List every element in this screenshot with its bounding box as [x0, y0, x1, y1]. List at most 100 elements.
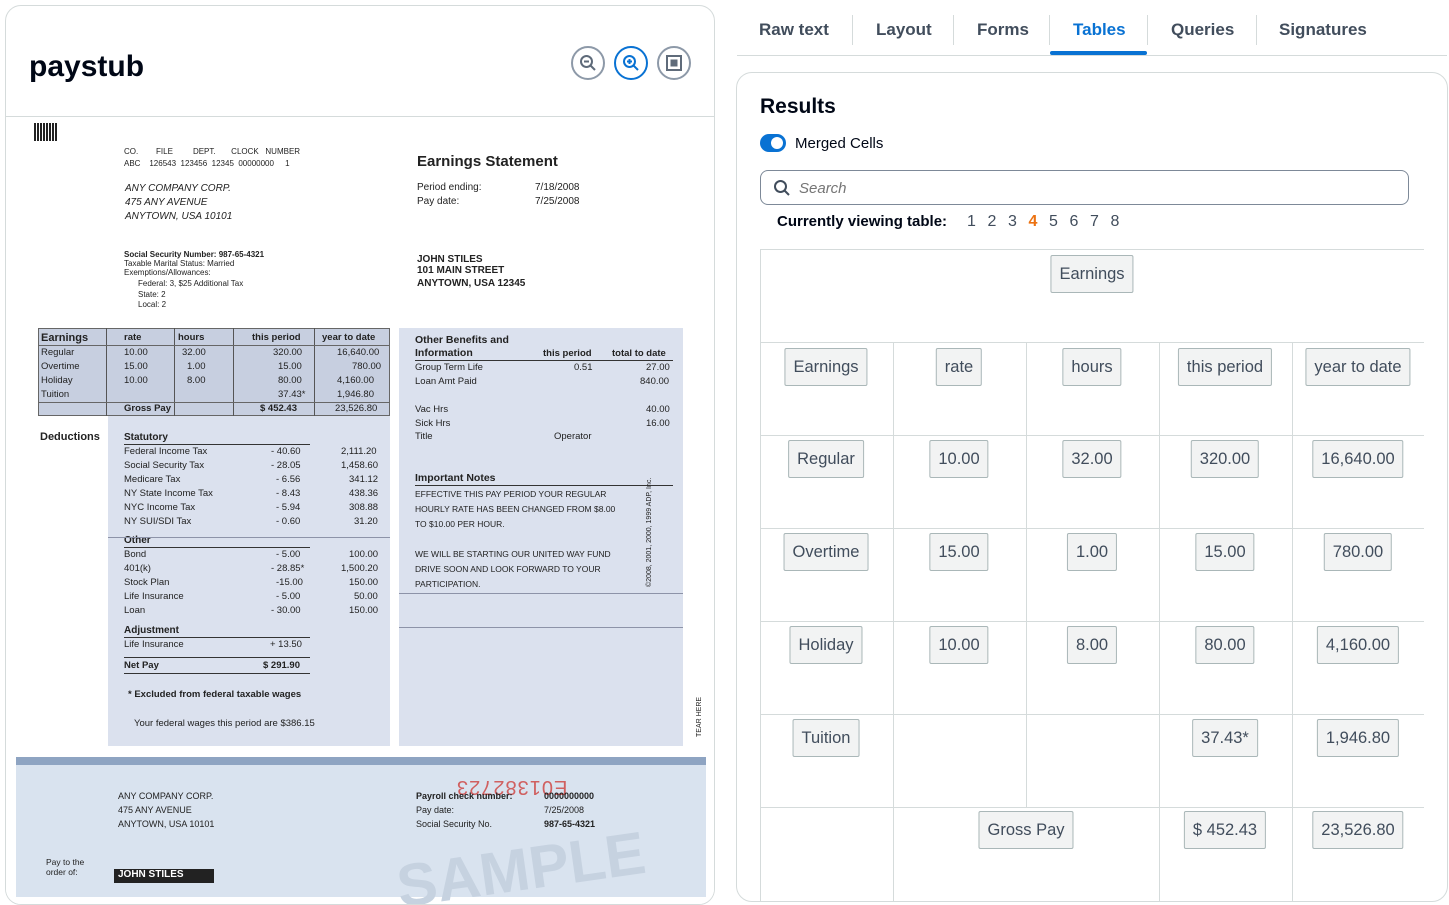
gross-pay-ytd-cell[interactable]: 23,526.80	[1312, 811, 1404, 849]
viewing-table-label: Currently viewing table:	[777, 213, 948, 230]
company-line-2: 475 ANY AVENUE	[125, 197, 208, 208]
check-payee: JOHN STILES	[114, 869, 214, 883]
vac-hrs-label: Vac Hrs	[415, 404, 449, 415]
vac-hrs-value: 40.00	[646, 404, 670, 415]
table-cell[interactable]: Holiday	[789, 626, 863, 664]
table-page-4[interactable]: 4	[1029, 213, 1050, 231]
deduction-amount: - 0.60	[276, 516, 301, 527]
company-line-1: ANY COMPANY CORP.	[125, 183, 231, 194]
other-deduction-label: Life Insurance	[124, 591, 184, 602]
deduction-label: NYC Income Tax	[124, 502, 196, 513]
net-pay-value: $ 291.90	[263, 660, 300, 671]
table-page-1[interactable]: 1	[967, 213, 988, 231]
table-cell[interactable]: 10.00	[929, 440, 989, 478]
table-page-8[interactable]: 8	[1111, 213, 1132, 231]
merged-cells-toggle[interactable]	[760, 134, 786, 152]
table-page-6[interactable]: 6	[1070, 213, 1091, 231]
table-cell[interactable]: 8.00	[1066, 626, 1118, 664]
zoom-in-button[interactable]	[614, 46, 648, 80]
statutory-label: Statutory	[124, 432, 168, 443]
marital-status: Taxable Marital Status: Married	[124, 259, 235, 268]
federal-exemptions: Federal: 3, $25 Additional Tax	[138, 279, 244, 288]
doc-row-label: Holiday	[41, 375, 73, 386]
table-cell[interactable]: 4,160.00	[1316, 626, 1400, 664]
table-cell[interactable]: Overtime	[783, 533, 869, 571]
tab-tables[interactable]: Tables	[1073, 20, 1126, 40]
other-deduction-amount: - 5.00	[276, 591, 301, 602]
zoom-out-button[interactable]	[571, 46, 605, 80]
doc-row-cell: 780.00	[352, 361, 382, 372]
table-cell[interactable]: 80.00	[1195, 626, 1255, 664]
check-ssn-label: Social Security No.	[416, 819, 493, 829]
other-deduction-label: 401(k)	[124, 563, 151, 574]
table-cell[interactable]: 320.00	[1190, 440, 1260, 478]
adjustment-label: Adjustment	[124, 625, 179, 636]
table-page-2[interactable]: 2	[988, 213, 1009, 231]
table-cell[interactable]: 16,640.00	[1312, 440, 1404, 478]
table-cell[interactable]: 1,946.80	[1316, 719, 1400, 757]
other-deduction-amount: -15.00	[276, 577, 303, 588]
document-viewport[interactable]: CO. FILE DEPT. CLOCK NUMBER ABC 126543 1…	[6, 117, 714, 904]
document-title: paystub	[29, 50, 145, 83]
federal-wages-note: Your federal wages this period are $386.…	[134, 718, 315, 729]
table-page-5[interactable]: 5	[1049, 213, 1070, 231]
employee-name: JOHN STILES	[417, 254, 483, 265]
adjustment-item: Life Insurance	[124, 639, 184, 650]
payroll-check-value: 0000000000	[544, 791, 595, 801]
zoom-in-icon	[623, 55, 639, 71]
note-line: DRIVE SOON AND LOOK FORWARD TO YOUR	[415, 564, 601, 574]
table-header-cell[interactable]: this period	[1177, 348, 1273, 386]
other-deduction-ytd: 150.00	[349, 605, 379, 616]
table-title-cell[interactable]: Earnings	[1050, 255, 1134, 293]
table-page-7[interactable]: 7	[1090, 213, 1111, 231]
table-header-cell[interactable]: hours	[1062, 348, 1122, 386]
deduction-amount: - 28.05	[271, 460, 301, 471]
tab-raw-text[interactable]: Raw text	[759, 20, 829, 40]
gross-pay-cell[interactable]: Gross Pay	[978, 811, 1074, 849]
check-company-1: ANY COMPANY CORP.	[118, 791, 214, 801]
sick-hrs-label: Sick Hrs	[415, 418, 451, 429]
result-tabs: Raw text Layout Forms Tables Queries Sig…	[737, 0, 1447, 56]
pay-to-label: Pay to the	[46, 857, 85, 867]
table-cell[interactable]: Regular	[788, 440, 864, 478]
period-ending-label: Period ending:	[417, 182, 482, 193]
table-header-cell[interactable]: rate	[935, 348, 983, 386]
pay-date-label: Pay date:	[417, 196, 460, 207]
table-cell[interactable]: 10.00	[929, 626, 989, 664]
table-cell[interactable]: 15.00	[929, 533, 989, 571]
table-cell[interactable]: Tuition	[792, 719, 860, 757]
table-cell[interactable]: 37.43*	[1192, 719, 1258, 757]
note-line: HOURLY RATE HAS BEEN CHANGED FROM $8.00	[415, 504, 616, 514]
earnings-header-4: year to date	[322, 332, 376, 343]
benefits-total: total to date	[612, 348, 666, 359]
deduction-amount: - 8.43	[276, 488, 301, 499]
doc-row-cell: 10.00	[124, 347, 148, 358]
table-pager: 1 2 3 4 5 6 7 8	[967, 213, 1131, 231]
other-deduction-label: Stock Plan	[124, 577, 170, 588]
gross-pay-value-cell[interactable]: $ 452.43	[1183, 811, 1267, 849]
tab-forms[interactable]: Forms	[977, 20, 1029, 40]
table-header-cell[interactable]: year to date	[1305, 348, 1411, 386]
doc-row-cell: 80.00	[278, 375, 302, 386]
statement-title: Earnings Statement	[417, 153, 558, 170]
search-input[interactable]	[799, 176, 1389, 200]
deduction-label: Social Security Tax	[124, 460, 205, 471]
table-cell[interactable]: 780.00	[1323, 533, 1393, 571]
doc-row-label: Tuition	[41, 389, 70, 400]
zoom-out-icon	[580, 55, 596, 71]
earnings-header-0: Earnings	[41, 332, 89, 344]
table-cell[interactable]: 32.00	[1062, 440, 1122, 478]
doc-row-cell: 1.00	[187, 361, 206, 372]
table-header-cell[interactable]: Earnings	[784, 348, 868, 386]
table-page-3[interactable]: 3	[1008, 213, 1029, 231]
deduction-ytd: 341.12	[349, 474, 379, 485]
tab-signatures[interactable]: Signatures	[1279, 20, 1367, 40]
search-box[interactable]	[760, 170, 1409, 205]
doc-row-cell: 8.00	[187, 375, 206, 386]
table-cell[interactable]: 1.00	[1066, 533, 1118, 571]
table-cell[interactable]: 15.00	[1195, 533, 1255, 571]
fit-page-button[interactable]	[657, 46, 691, 80]
benefits-title: Other Benefits and	[415, 334, 509, 346]
tab-queries[interactable]: Queries	[1171, 20, 1234, 40]
tab-layout[interactable]: Layout	[876, 20, 932, 40]
